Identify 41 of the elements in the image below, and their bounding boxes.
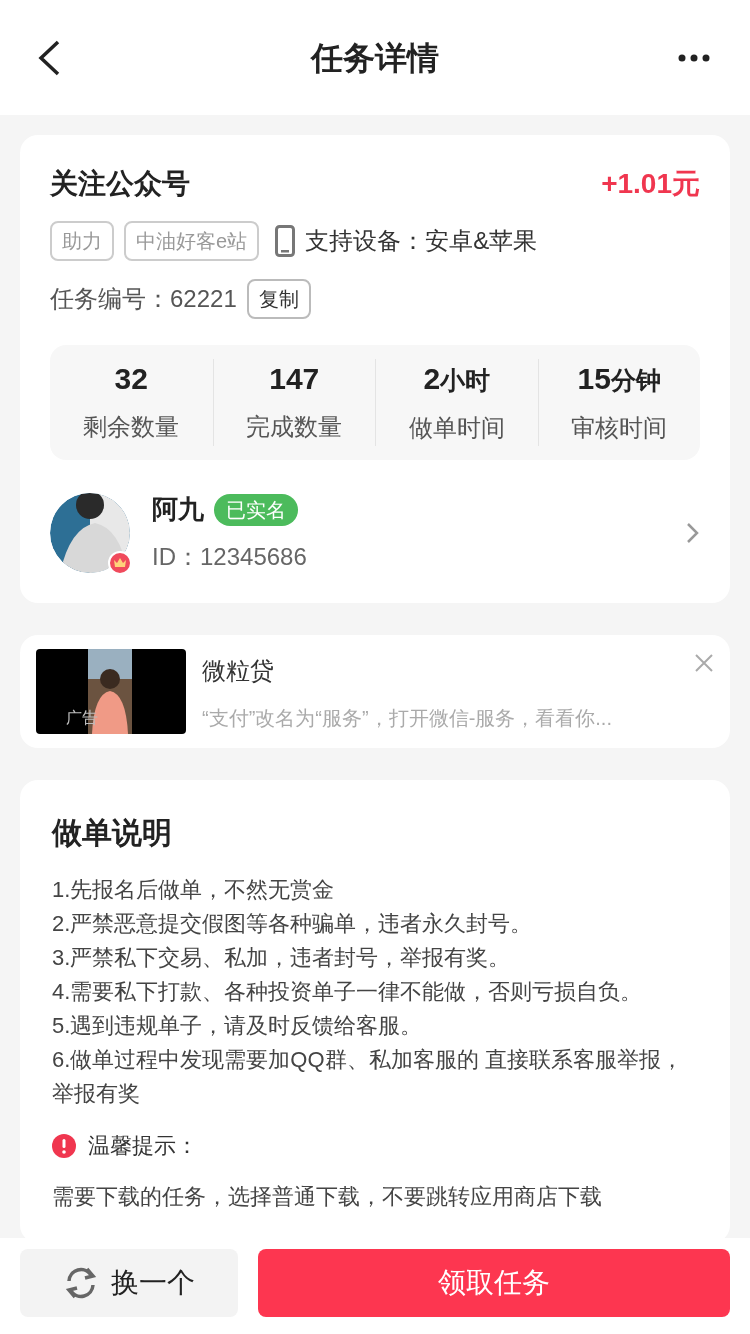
ad-label: 广告 [66, 708, 98, 728]
stat-value: 15分钟 [577, 361, 661, 397]
instruction-line: 3.严禁私下交易、私加，违者封号，举报有奖。 [52, 944, 512, 972]
phone-icon [275, 225, 296, 257]
tip-text: 需要下载的任务，选择普通下载，不要跳转应用商店下载 [52, 1183, 603, 1211]
ad-title: 微粒贷 [202, 656, 275, 686]
verified-badge: 已实名 [214, 493, 298, 526]
task-number: 任务编号：62221 [50, 284, 237, 314]
task-tag: 中油好客e站 [124, 221, 260, 261]
stat-value: 32 [114, 361, 148, 397]
stat-label: 完成数量 [246, 412, 343, 442]
supported-devices: 支持设备：安卓&苹果 [305, 226, 538, 256]
copy-button[interactable]: 复制 [246, 279, 311, 319]
publisher-name: 阿九 [152, 493, 204, 526]
instruction-line: 2.严禁恶意提交假图等各种骗单，违者永久封号。 [52, 910, 534, 938]
page-title: 任务详情 [311, 38, 439, 78]
accept-task-button[interactable]: 领取任务 [258, 1249, 730, 1317]
instructions-title: 做单说明 [52, 815, 173, 851]
warning-icon [52, 1133, 76, 1158]
back-icon [36, 38, 62, 77]
task-tag: 助力 [50, 221, 114, 261]
ad-card[interactable]: 广告 微粒贷 “支付”改名为“服务”，打开微信-服务，看看你... [20, 635, 730, 748]
stat-label: 剩余数量 [83, 412, 180, 442]
instruction-line: 5.遇到违规单子，请及时反馈给客服。 [52, 1012, 424, 1040]
stat-value: 147 [269, 361, 320, 397]
stat-label: 审核时间 [571, 413, 668, 443]
ad-description: “支付”改名为“服务”，打开微信-服务，看看你... [202, 706, 613, 731]
publisher-id: ID：12345686 [152, 542, 308, 572]
refresh-icon [63, 1265, 99, 1301]
instruction-line: 1.先报名后做单，不然无赏金 [52, 876, 336, 904]
switch-button[interactable]: 换一个 [20, 1249, 238, 1317]
chevron-right-icon[interactable] [686, 521, 700, 544]
stat-value: 2小时 [423, 361, 491, 397]
instruction-line: 4.需要私下打款、各种投资单子一律不能做，否则亏损自负。 [52, 978, 644, 1006]
instruction-line: 6.做单过程中发现需要加QQ群、私加客服的 直接联系客服举报，举报有奖 [52, 1046, 684, 1108]
stat-label: 做单时间 [408, 413, 505, 443]
crown-badge-icon [108, 550, 132, 575]
more-icon [678, 53, 710, 62]
reward-amount: +1.01元 [601, 167, 700, 201]
task-title: 关注公众号 [50, 167, 190, 201]
tip-title: 温馨提示： [88, 1132, 198, 1160]
